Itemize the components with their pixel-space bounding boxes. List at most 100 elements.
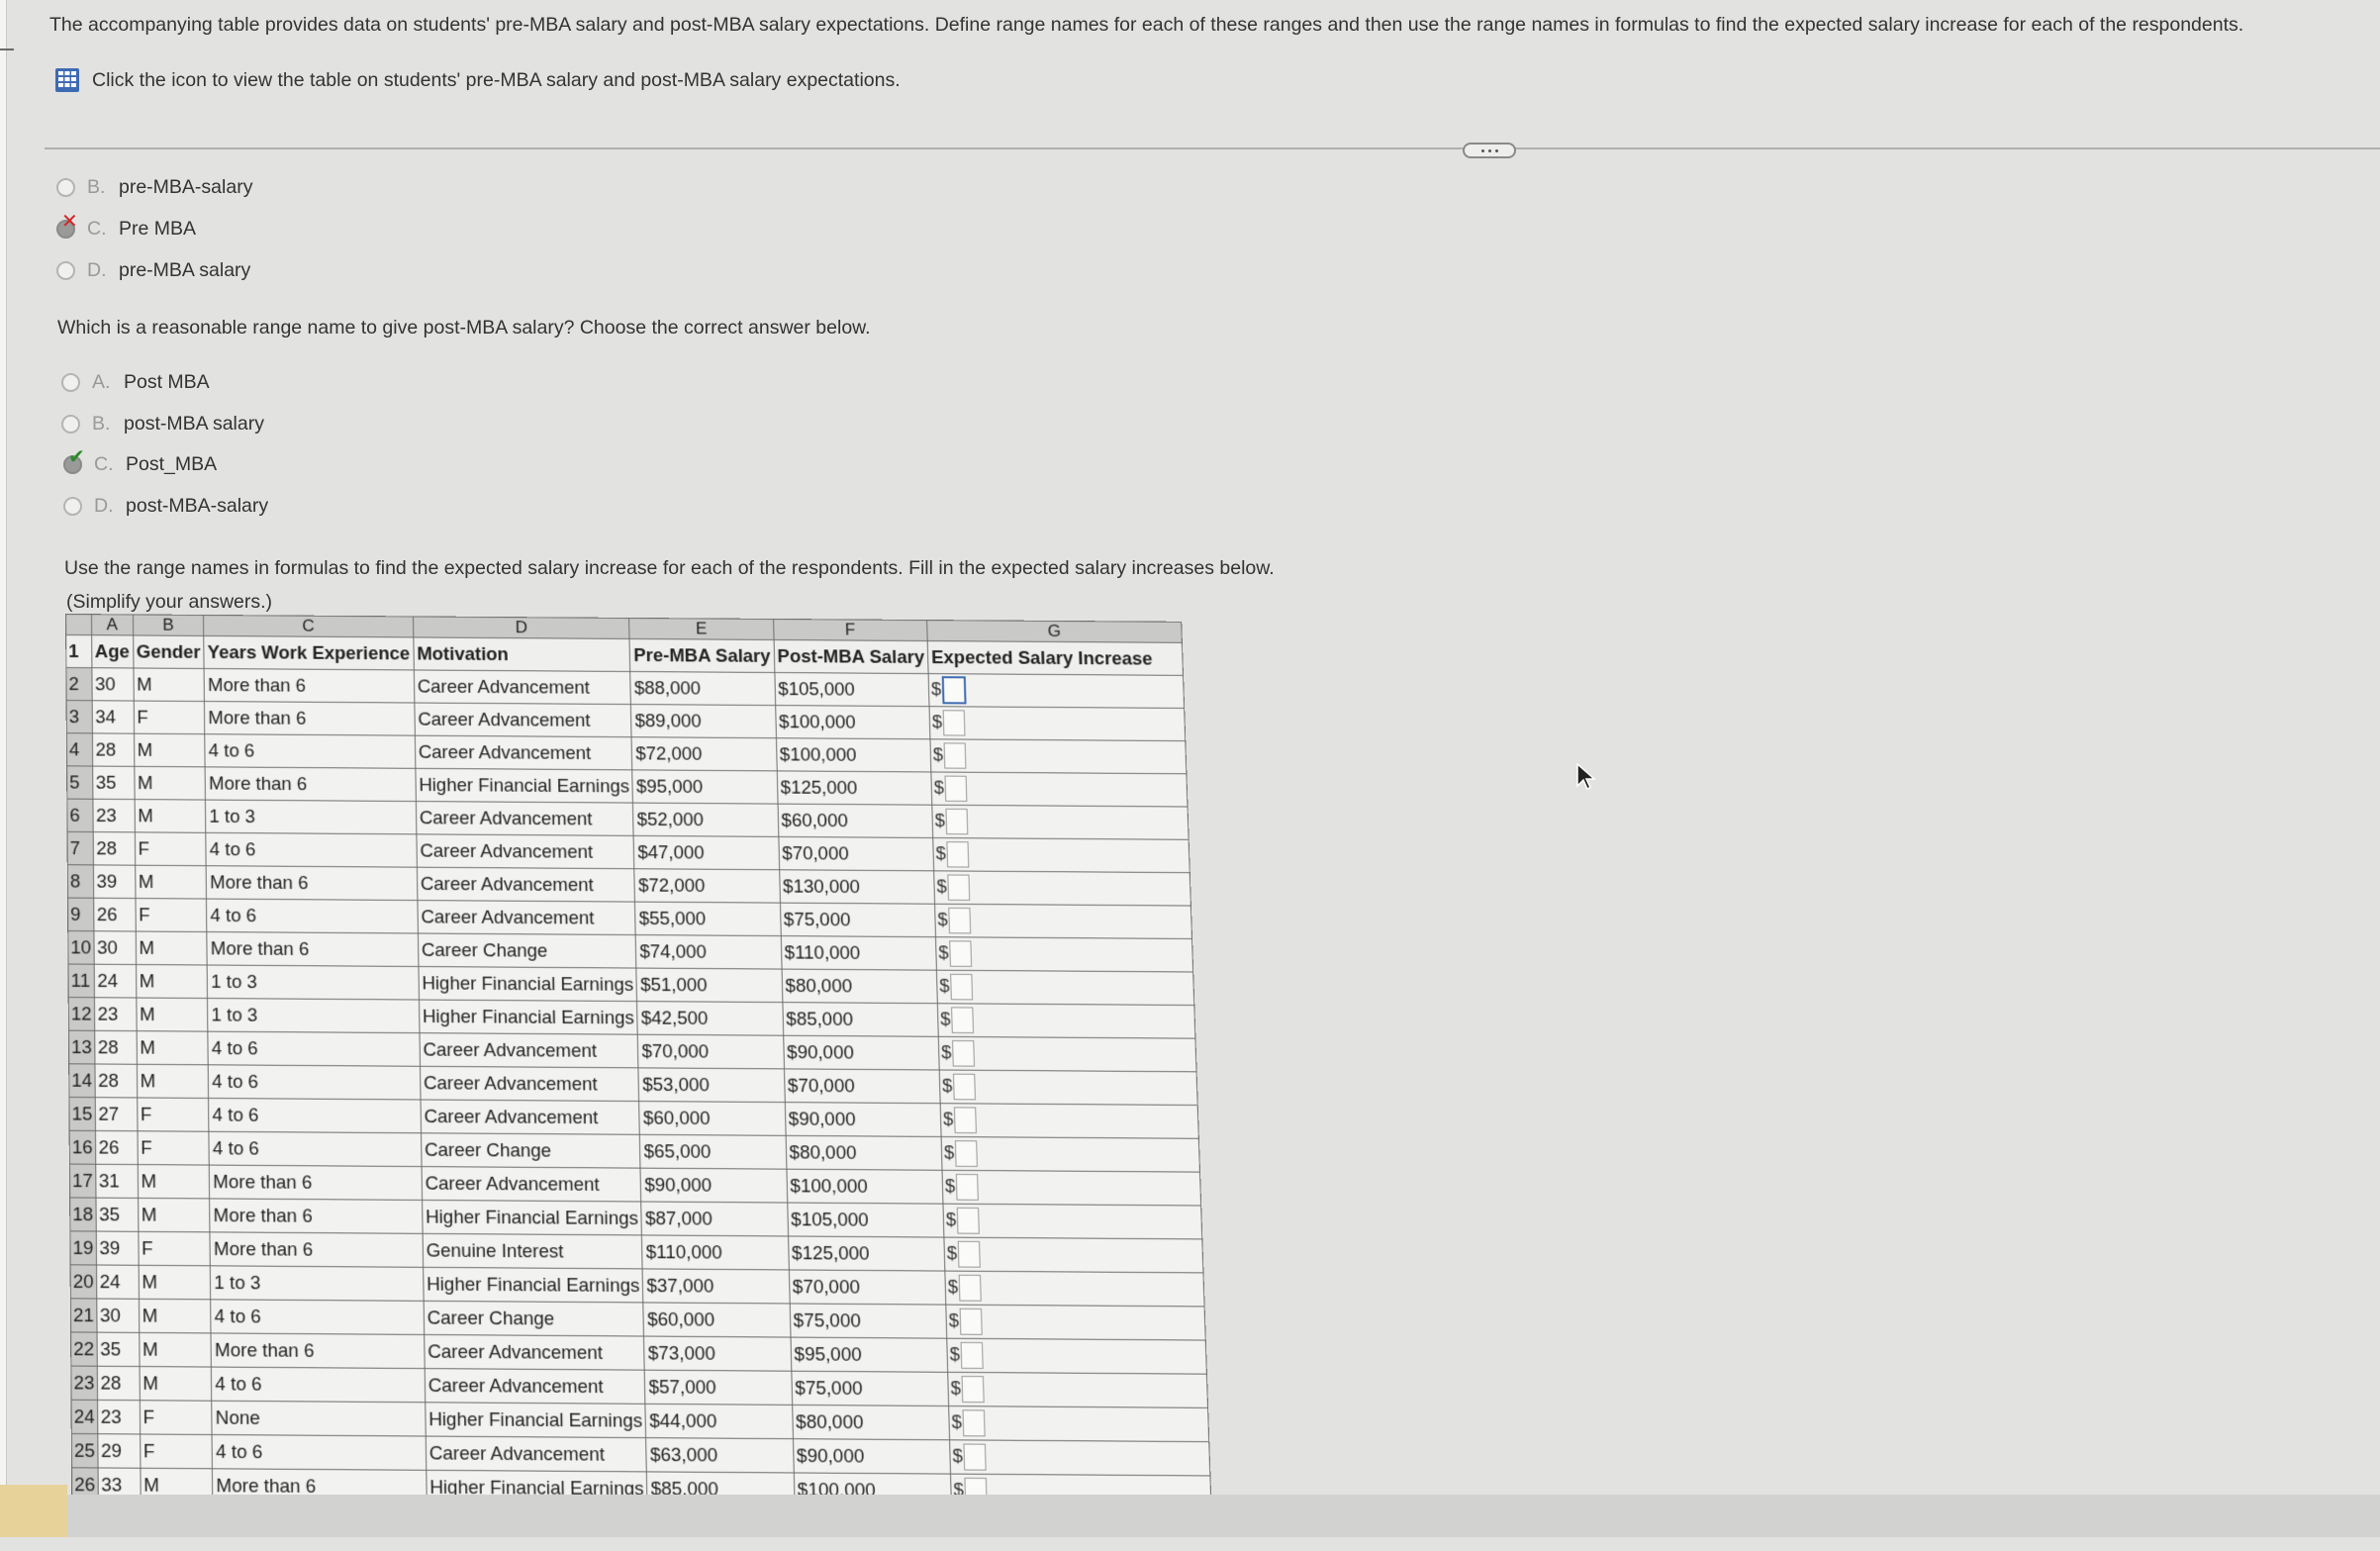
cell-gender: M: [134, 799, 207, 833]
cell-expected-increase[interactable]: $: [949, 1439, 1210, 1476]
salary-increase-input[interactable]: [957, 1240, 981, 1268]
cell-pre-mba-salary: $72,000: [634, 868, 781, 904]
cell-experience: 1 to 3: [207, 964, 420, 1001]
cell-expected-increase[interactable]: $: [938, 1036, 1197, 1072]
cell-expected-increase[interactable]: $: [942, 1204, 1202, 1239]
salary-increase-input[interactable]: [960, 1341, 984, 1369]
cell-expected-increase[interactable]: $: [943, 1237, 1203, 1273]
cell-gender: F: [133, 701, 206, 734]
cell-expected-increase[interactable]: $: [935, 936, 1193, 972]
salary-increase-input[interactable]: [958, 1274, 982, 1302]
header-post-mba-salary: Post-MBA Salary: [773, 639, 929, 674]
radio-circle-icon[interactable]: ✔: [63, 447, 85, 474]
salary-increase-input[interactable]: [943, 742, 967, 769]
cell-pre-mba-salary: $53,000: [638, 1067, 785, 1103]
cell-expected-increase[interactable]: $: [940, 1103, 1199, 1139]
salary-increase-input[interactable]: [948, 907, 972, 934]
radio-circle-icon[interactable]: [61, 373, 80, 392]
salary-increase-input[interactable]: [949, 940, 973, 967]
spreadsheet: A B C D E F G 1 Age Gender Years Work Ex…: [65, 614, 1363, 1551]
view-table-link[interactable]: Click the icon to view the table on stud…: [54, 67, 901, 93]
currency-symbol: $: [951, 1411, 963, 1432]
row-number: 16: [69, 1130, 96, 1165]
cell-pre-mba-salary: $72,000: [631, 736, 777, 771]
cell-pre-mba-salary: $73,000: [643, 1336, 792, 1372]
cell-expected-increase[interactable]: $: [933, 870, 1191, 907]
option-post-a[interactable]: A. Post MBA: [61, 371, 210, 394]
cell-expected-increase[interactable]: $: [929, 738, 1187, 774]
option-pre-b[interactable]: B. pre-MBA-salary: [56, 176, 252, 199]
cell-expected-increase[interactable]: $: [941, 1136, 1200, 1173]
cell-expected-increase[interactable]: $: [934, 904, 1192, 939]
option-post-d[interactable]: D. post-MBA-salary: [63, 495, 268, 518]
salary-increase-input[interactable]: [947, 874, 971, 901]
salary-increase-input[interactable]: [955, 1173, 979, 1201]
cell-expected-increase[interactable]: $: [939, 1069, 1198, 1106]
salary-increase-input[interactable]: [954, 1140, 978, 1167]
cell-age: 30: [96, 1299, 140, 1333]
cell-pre-mba-salary: $95,000: [632, 769, 778, 805]
cell-experience: 1 to 3: [207, 998, 420, 1033]
ellipsis-icon[interactable]: [1463, 143, 1516, 158]
cell-expected-increase[interactable]: $: [929, 706, 1186, 741]
cell-motivation: Career Change: [423, 1301, 644, 1337]
cell-expected-increase[interactable]: $: [948, 1406, 1209, 1442]
view-table-link-label[interactable]: Click the icon to view the table on stud…: [92, 69, 901, 92]
salary-increase-input[interactable]: [944, 775, 968, 802]
radio-circle-icon[interactable]: [56, 178, 75, 197]
salary-increase-input[interactable]: [941, 676, 967, 705]
salary-increase-input[interactable]: [945, 808, 969, 835]
cell-age: 29: [97, 1433, 141, 1469]
cell-post-mba-salary: $90,000: [793, 1438, 951, 1475]
radio-circle-icon[interactable]: [61, 415, 80, 434]
radio-circle-icon[interactable]: [56, 261, 75, 280]
option-post-c[interactable]: ✔ C. Post_MBA: [63, 447, 217, 476]
salary-increase-input[interactable]: [956, 1207, 980, 1234]
cell-experience: 4 to 6: [208, 1031, 421, 1067]
cell-expected-increase[interactable]: $: [945, 1305, 1206, 1341]
radio-circle-icon[interactable]: [63, 497, 82, 516]
salary-increase-input[interactable]: [962, 1409, 986, 1437]
salary-increase-input[interactable]: [950, 973, 974, 1001]
cell-expected-increase[interactable]: $: [944, 1271, 1205, 1307]
cell-expected-increase[interactable]: $: [928, 673, 1185, 709]
salary-increase-input[interactable]: [952, 1073, 976, 1101]
salary-increase-input[interactable]: [953, 1107, 977, 1134]
row-number: 2: [65, 667, 92, 701]
salary-increase-input[interactable]: [951, 1007, 975, 1034]
cell-gender: M: [136, 1030, 209, 1065]
header-gender: Gender: [133, 634, 205, 669]
salary-increase-input[interactable]: [959, 1308, 983, 1335]
grid-icon[interactable]: [54, 67, 80, 93]
salary-increase-input[interactable]: [961, 1376, 985, 1404]
option-pre-d[interactable]: D. pre-MBA salary: [56, 259, 250, 282]
cell-age: 28: [94, 1063, 138, 1098]
cell-expected-increase[interactable]: $: [947, 1372, 1208, 1408]
option-post-b[interactable]: B. post-MBA salary: [61, 413, 264, 436]
cell-age: 30: [91, 667, 134, 702]
radio-circle-icon[interactable]: ✕: [56, 212, 78, 239]
cell-pre-mba-salary: $74,000: [635, 934, 782, 970]
cell-gender: M: [136, 998, 209, 1032]
salary-increase-input[interactable]: [942, 710, 966, 736]
salary-increase-input[interactable]: [963, 1443, 987, 1471]
row-number: 12: [68, 997, 95, 1031]
cell-expected-increase[interactable]: $: [946, 1338, 1207, 1375]
cell-experience: More than 6: [204, 701, 415, 736]
currency-symbol: $: [952, 1445, 964, 1467]
cell-expected-increase[interactable]: $: [937, 1003, 1195, 1039]
cell-expected-increase[interactable]: $: [932, 837, 1190, 873]
bottom-bar: [67, 1495, 2380, 1537]
option-label: post-MBA-salary: [126, 495, 269, 517]
cell-expected-increase[interactable]: $: [931, 805, 1190, 840]
salary-increase-input[interactable]: [946, 841, 970, 868]
header-pre-mba-salary: Pre-MBA Salary: [629, 638, 775, 673]
cell-motivation: Higher Financial Earnings: [425, 1402, 647, 1438]
header-age: Age: [91, 634, 134, 668]
option-pre-c[interactable]: ✕ C. Pre MBA: [56, 212, 196, 241]
cell-expected-increase[interactable]: $: [930, 771, 1189, 808]
cell-age: 23: [92, 799, 135, 832]
salary-increase-input[interactable]: [952, 1039, 976, 1067]
cell-expected-increase[interactable]: $: [942, 1170, 1201, 1207]
cell-expected-increase[interactable]: $: [936, 970, 1194, 1006]
